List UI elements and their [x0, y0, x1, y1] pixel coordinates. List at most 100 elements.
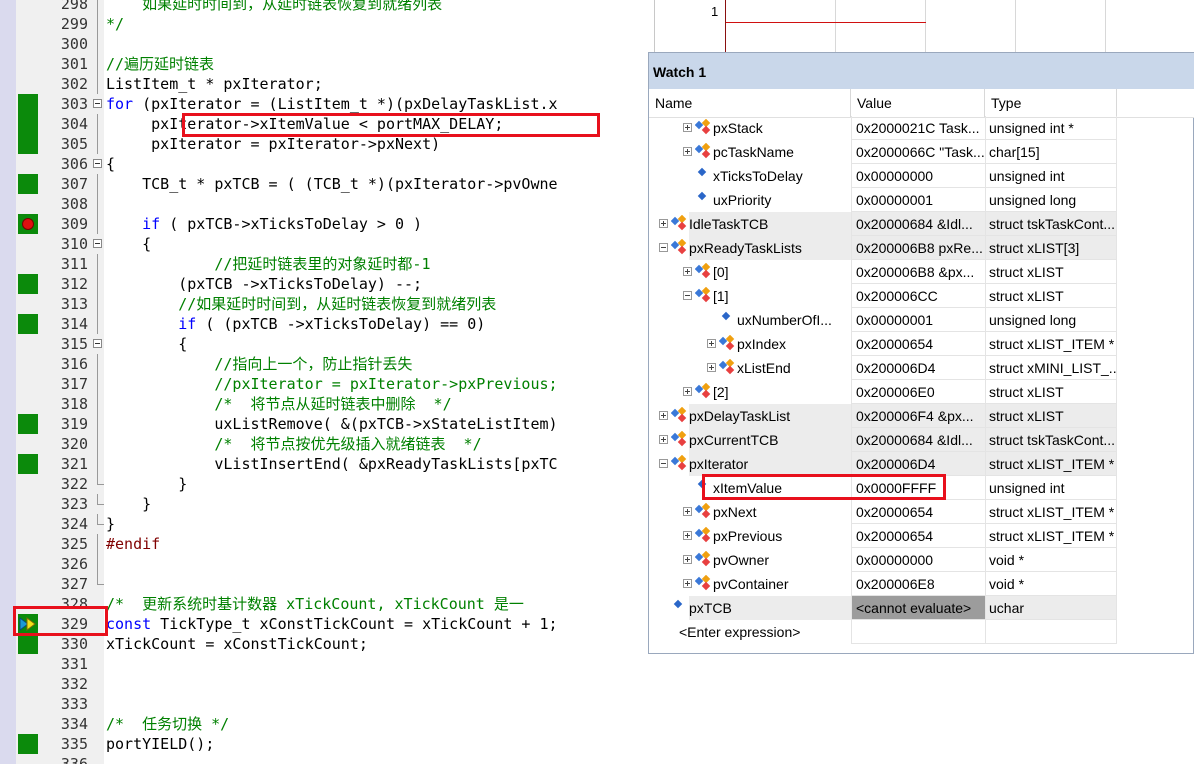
watch-row[interactable]: uxNumberOfI... 0x00000001 unsigned long	[649, 308, 1194, 332]
collapse-icon[interactable]	[659, 243, 668, 252]
code-line[interactable]: 307 TCB_t * pxTCB = ( (TCB_t *)(pxIterat…	[0, 174, 648, 194]
code-line[interactable]: 311 //把延时链表里的对象延时都-1	[0, 254, 648, 274]
watch-value[interactable]: <cannot evaluate>	[851, 596, 985, 620]
code-editor[interactable]: 298 如果延时时间到，从延时链表恢复到就绪列表 299 */300 301//遍历延…	[0, 0, 648, 764]
watch-value[interactable]: 0x200006D4	[851, 356, 985, 380]
expand-icon[interactable]	[707, 339, 716, 348]
watch-row[interactable]: [0] 0x200006B8 &px... struct xLIST	[649, 260, 1194, 284]
watch-value[interactable]: 0x20000654	[851, 524, 985, 548]
watch-value[interactable]: 0x20000654	[851, 332, 985, 356]
fold-toggle-icon[interactable]	[93, 339, 102, 348]
watch-row[interactable]: pxReadyTaskLists 0x200006B8 pxRe... struct…	[649, 236, 1194, 260]
code-line[interactable]: 330 xTickCount = xConstTickCount;	[0, 634, 648, 654]
code-line[interactable]: 333	[0, 694, 648, 714]
code-line[interactable]: 300	[0, 34, 648, 54]
watch-row[interactable]: pxIndex 0x20000654 struct xLIST_ITEM *	[649, 332, 1194, 356]
code-line[interactable]: 326	[0, 554, 648, 574]
expand-icon[interactable]	[683, 579, 692, 588]
code-line[interactable]: 318 /* 将节点从延时链表中删除 */	[0, 394, 648, 414]
code-line[interactable]: 314 if ( (pxTCB ->xTicksToDelay) == 0)	[0, 314, 648, 334]
watch-value[interactable]: 0x00000000	[851, 164, 985, 188]
fold-toggle-icon[interactable]	[93, 99, 102, 108]
watch-value[interactable]: 0x20000684 &Idl...	[851, 212, 985, 236]
code-line[interactable]: 316 //指向上一个，防止指针丢失	[0, 354, 648, 374]
watch-value[interactable]: 0x200006E0	[851, 380, 985, 404]
code-line[interactable]: 298 如果延时时间到，从延时链表恢复到就绪列表	[0, 0, 648, 14]
watch-value[interactable]: 0x200006B8 pxRe...	[851, 236, 985, 260]
expand-icon[interactable]	[683, 387, 692, 396]
code-line[interactable]: 313 //如果延时时间到，从延时链表恢复到就绪列表	[0, 294, 648, 314]
watch-row[interactable]: pxCurrentTCB 0x20000684 &Idl... struct tsk…	[649, 428, 1194, 452]
code-line[interactable]: 301 //遍历延时链表	[0, 54, 648, 74]
expand-icon[interactable]	[683, 147, 692, 156]
code-line[interactable]: 325 #endif	[0, 534, 648, 554]
breakpoint-icon[interactable]	[22, 218, 34, 230]
code-line[interactable]: 334 /* 任务切换 */	[0, 714, 648, 734]
column-header-type[interactable]: Type	[985, 89, 1117, 117]
watch-value[interactable]: 0x200006B8 &px...	[851, 260, 985, 284]
watch-row[interactable]: pvOwner 0x00000000 void *	[649, 548, 1194, 572]
code-line[interactable]: 320 /* 将节点按优先级插入就绪链表 */	[0, 434, 648, 454]
expand-icon[interactable]	[683, 507, 692, 516]
code-line[interactable]: 312 (pxTCB ->xTicksToDelay) --;	[0, 274, 648, 294]
code-line[interactable]: 323 }	[0, 494, 648, 514]
code-line[interactable]: 306 {	[0, 154, 648, 174]
expand-icon[interactable]	[659, 411, 668, 420]
code-line[interactable]: 317 //pxIterator = pxIterator->pxPreviou…	[0, 374, 648, 394]
code-line[interactable]: 310 {	[0, 234, 648, 254]
watch-row[interactable]: xTicksToDelay 0x00000000 unsigned int	[649, 164, 1194, 188]
watch-value[interactable]: 0x00000001	[851, 188, 985, 212]
code-line[interactable]: 302 ListItem_t * pxIterator;	[0, 74, 648, 94]
code-line[interactable]: 336	[0, 754, 648, 764]
code-line[interactable]: 319 uxListRemove( &(pxTCB->xStateListIte…	[0, 414, 648, 434]
watch-value[interactable]: 0x200006F4 &px...	[851, 404, 985, 428]
enter-expression-input[interactable]: <Enter expression>	[679, 620, 851, 644]
code-line[interactable]: 305 pxIterator = pxIterator->pxNext)	[0, 134, 648, 154]
watch-value[interactable]: 0x00000000	[851, 548, 985, 572]
collapse-icon[interactable]	[659, 459, 668, 468]
watch-row[interactable]: pxPrevious 0x20000654 struct xLIST_ITEM *	[649, 524, 1194, 548]
watch-row[interactable]: pxTCB <cannot evaluate> uchar	[649, 596, 1194, 620]
collapse-icon[interactable]	[683, 291, 692, 300]
code-line[interactable]: 335 portYIELD();	[0, 734, 648, 754]
enter-expression-row[interactable]: <Enter expression>	[649, 620, 1194, 644]
watch-row[interactable]: uxPriority 0x00000001 unsigned long	[649, 188, 1194, 212]
column-header-value[interactable]: Value	[851, 89, 985, 117]
watch-row[interactable]: pxIterator 0x200006D4 struct xLIST_ITEM *	[649, 452, 1194, 476]
watch-row[interactable]: pcTaskName 0x2000066C "Task... char[15]	[649, 140, 1194, 164]
expand-icon[interactable]	[683, 123, 692, 132]
watch-window[interactable]: Watch 1 Name Value Type pxStack 0x2000021…	[648, 52, 1194, 654]
watch-value[interactable]: 0x2000066C "Task...	[851, 140, 985, 164]
watch-row[interactable]: pxDelayTaskList 0x200006F4 &px... struct x…	[649, 404, 1194, 428]
watch-value[interactable]: 0x00000001	[851, 308, 985, 332]
watch-row[interactable]: pvContainer 0x200006E8 void *	[649, 572, 1194, 596]
watch-value[interactable]: 0x200006D4	[851, 452, 985, 476]
expand-icon[interactable]	[659, 219, 668, 228]
code-line[interactable]: 303 for (pxIterator = (ListItem_t *)(pxDe…	[0, 94, 648, 114]
column-header-name[interactable]: Name	[649, 89, 851, 117]
watch-value[interactable]: 0x20000684 &Idl...	[851, 428, 985, 452]
fold-toggle-icon[interactable]	[93, 239, 102, 248]
code-line[interactable]: 324}	[0, 514, 648, 534]
code-line[interactable]: 315 {	[0, 334, 648, 354]
watch-row[interactable]: [1] 0x200006CC struct xLIST	[649, 284, 1194, 308]
code-line[interactable]: 327	[0, 574, 648, 594]
fold-toggle-icon[interactable]	[93, 159, 102, 168]
code-line[interactable]: 309 if ( pxTCB->xTicksToDelay > 0 )	[0, 214, 648, 234]
watch-row[interactable]: xListEnd 0x200006D4 struct xMINI_LIST_...	[649, 356, 1194, 380]
watch-value[interactable]: 0x200006E8	[851, 572, 985, 596]
code-line[interactable]: 322 }	[0, 474, 648, 494]
watch-row[interactable]: [2] 0x200006E0 struct xLIST	[649, 380, 1194, 404]
expand-icon[interactable]	[683, 555, 692, 564]
code-line[interactable]: 321 vListInsertEnd( &pxReadyTaskLists[px…	[0, 454, 648, 474]
logic-analyzer-graph[interactable]: 1	[654, 0, 1194, 52]
code-line[interactable]: 299 */	[0, 14, 648, 34]
code-line[interactable]: 332	[0, 674, 648, 694]
code-line[interactable]: 308	[0, 194, 648, 214]
watch-row[interactable]: IdleTaskTCB 0x20000684 &Idl... struct tskT…	[649, 212, 1194, 236]
watch-row[interactable]: pxStack 0x2000021C Task... unsigned int *	[649, 116, 1194, 140]
code-line[interactable]: 331	[0, 654, 648, 674]
expand-icon[interactable]	[683, 267, 692, 276]
expand-icon[interactable]	[683, 531, 692, 540]
expand-icon[interactable]	[707, 363, 716, 372]
